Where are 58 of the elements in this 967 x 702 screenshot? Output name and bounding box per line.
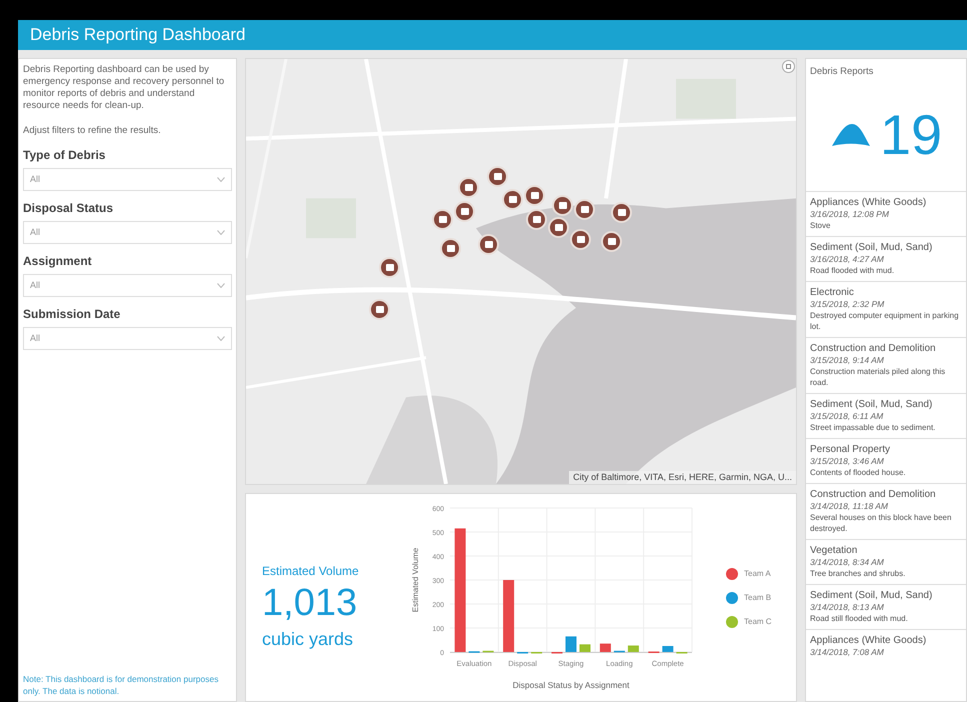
report-item[interactable]: Construction and Demolition 3/14/2018, 11:18 AM Several houses on this block have been destroyed. (806, 483, 966, 540)
legend-label: Team C (744, 616, 772, 628)
report-date: 3/14/2018, 8:34 AM (810, 557, 885, 568)
report-item[interactable]: Sediment (Soil, Mud, Sand) 3/15/2018, 6:11 AM Street impassable due to sediment. (806, 393, 966, 438)
report-description: Road flooded with mud. (810, 265, 896, 276)
report-date: 3/15/2018, 9:14 AM (810, 355, 885, 366)
hint-text: Adjust filters to refine the results. (23, 124, 162, 138)
report-description: Construction materials piled along this road. (810, 366, 946, 388)
report-type: Appliances (White Goods) (810, 635, 928, 648)
report-type: Construction and Demolition (810, 343, 937, 356)
report-item[interactable]: Sediment (Soil, Mud, Sand) 3/14/2018, 8:13 AM Road still flooded with mud. (806, 584, 966, 630)
report-date: 3/16/2018, 12:08 PM (810, 209, 890, 220)
volume-value: 1,013 (262, 581, 358, 626)
y-axis-title: Estimated Volume (411, 547, 420, 612)
report-description: Destroyed computer equipment in parking lot. (810, 310, 960, 332)
description-text: Debris Reporting dashboard can be used by emergency response and recovery personnel to monitor reports of debris and understand resource needs for clean-up. (23, 64, 226, 112)
report-description: Tree branches and shrubs. (810, 568, 906, 580)
report-item[interactable]: Personal Property 3/15/2018, 3:46 AM Contents of flooded house. (806, 438, 966, 484)
report-item[interactable]: Electronic 3/15/2018, 2:32 PM Destroyed computer equipment in parking lot. (806, 281, 966, 338)
report-date: 3/14/2018, 7:08 AM (810, 647, 885, 658)
report-date: 3/15/2018, 2:32 PM (810, 299, 886, 310)
report-type: Personal Property (810, 444, 892, 456)
report-description: Contents of flooded house. (810, 467, 907, 478)
volume-unit: cubic yards (262, 628, 354, 651)
report-type: Appliances (White Goods) (810, 197, 928, 210)
report-description: Stove (810, 220, 832, 232)
reports-count: 19 (880, 105, 942, 166)
report-date: 3/14/2018, 8:13 AM (810, 602, 885, 614)
report-description: Street impassable due to sediment. (810, 422, 936, 434)
report-date: 3/15/2018, 6:11 AM (810, 411, 884, 422)
report-type: Sediment (Soil, Mud, Sand) (810, 590, 934, 602)
report-type: Sediment (Soil, Mud, Sand) (810, 399, 934, 412)
report-item[interactable]: Appliances (White Goods) 3/16/2018, 12:08 PM Stove (806, 191, 966, 236)
report-type: Sediment (Soil, Mud, Sand) (810, 242, 934, 254)
dashboard-title: Debris Reporting Dashboard (30, 24, 246, 46)
x-axis-title: Disposal Status by Assignment (512, 680, 630, 690)
report-description: Several houses on this block have been destroyed. (810, 512, 952, 534)
report-date: 3/14/2018, 11:18 AM (810, 501, 889, 512)
report-description: Road still flooded with mud. (810, 613, 909, 624)
map-attribution: City of Baltimore, VITA, Esri, HERE, Garmin, NGA, U... (569, 470, 796, 484)
filter-label: Type of Debris (23, 147, 106, 164)
filter-label: Assignment (23, 253, 93, 270)
filter-label: Submission Date (23, 306, 122, 324)
volume-label: Estimated Volume (262, 563, 360, 580)
legend-label: Team A (744, 568, 771, 580)
legend-label: Team B (744, 592, 772, 604)
filter-label: Disposal Status (23, 200, 114, 218)
report-item[interactable]: Vegetation 3/14/2018, 8:34 AM Tree branches and shrubs. (806, 539, 966, 584)
report-date: 3/15/2018, 3:46 AM (810, 456, 885, 468)
report-item[interactable]: Sediment (Soil, Mud, Sand) 3/16/2018, 4:27 AM Road flooded with mud. (806, 236, 966, 282)
report-date: 3/16/2018, 4:27 AM (810, 254, 885, 266)
report-type: Construction and Demolition (810, 489, 937, 502)
note-text: Note: This dashboard is for demonstration purposes only. The data is notional. (23, 673, 220, 697)
report-type: Vegetation (810, 545, 858, 558)
report-type: Electronic (810, 287, 855, 300)
report-item[interactable]: Appliances (White Goods) 3/14/2018, 7:08 AM (806, 629, 966, 664)
report-item[interactable]: Construction and Demolition 3/15/2018, 9:14 AM Construction materials piled along this road. (806, 337, 966, 394)
reports-title: Debris Reports (809, 65, 874, 79)
